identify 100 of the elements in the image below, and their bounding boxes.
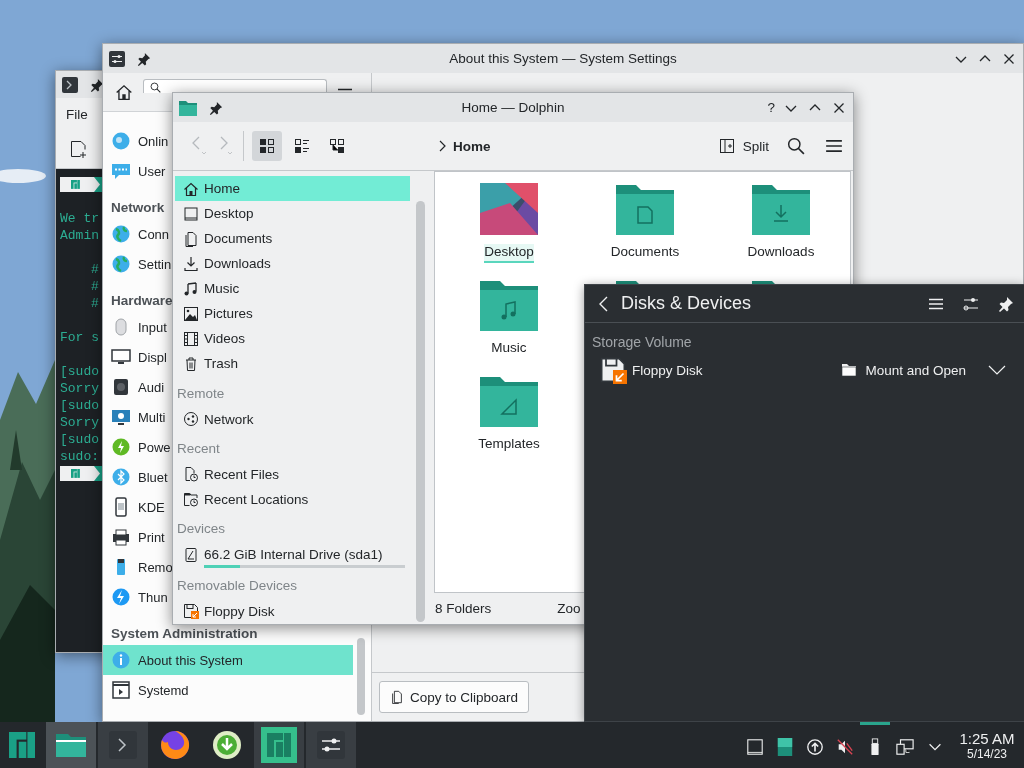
places-item[interactable]: Downloads bbox=[175, 251, 411, 277]
folder-icon[interactable] bbox=[480, 375, 538, 427]
tree-icon[interactable] bbox=[329, 138, 345, 154]
scrollbar[interactable] bbox=[416, 201, 425, 622]
sidebar-item[interactable]: Audi bbox=[103, 372, 167, 402]
sidebar-item[interactable]: Bluet bbox=[103, 462, 170, 492]
folder-icon[interactable] bbox=[752, 183, 810, 235]
places-item[interactable]: 66.2 GiB Internal Drive (sda1) bbox=[175, 541, 411, 569]
bolt-icon bbox=[111, 437, 131, 457]
sidebar-item[interactable]: Settin bbox=[103, 249, 174, 279]
folder-icon[interactable] bbox=[616, 183, 674, 235]
terminal-line: For s bbox=[60, 329, 99, 346]
places-item[interactable]: Recent Locations bbox=[175, 486, 411, 512]
pin-icon[interactable] bbox=[137, 51, 151, 66]
sidebar-item[interactable]: Displ bbox=[103, 342, 169, 372]
sidebar-item[interactable]: About this System bbox=[103, 645, 353, 675]
menu-item[interactable]: File bbox=[66, 104, 88, 124]
places-item[interactable]: Documents bbox=[175, 226, 411, 252]
cloud-drawing bbox=[0, 169, 46, 183]
sidebar-item[interactable]: Remo bbox=[103, 552, 175, 582]
section-header: Storage Volume bbox=[591, 333, 693, 351]
icon-view-button[interactable] bbox=[252, 131, 282, 161]
floppy-icon bbox=[599, 356, 627, 384]
info-icon bbox=[111, 650, 131, 670]
search-icon bbox=[150, 82, 161, 93]
folder-icon bbox=[56, 733, 86, 757]
window-title: About this System — System Settings bbox=[449, 51, 677, 66]
window-icon bbox=[111, 680, 131, 700]
sidebar-item[interactable]: Input bbox=[103, 312, 169, 342]
clock-date[interactable]: 5/14/23 bbox=[966, 746, 1007, 761]
file-label[interactable]: Documents bbox=[610, 244, 680, 263]
grid-icon[interactable] bbox=[259, 138, 275, 154]
home-icon[interactable] bbox=[115, 83, 133, 101]
desktop-folder-icon[interactable] bbox=[480, 183, 538, 235]
breadcrumb-item[interactable]: Home bbox=[453, 138, 491, 154]
terminal-line: [sudo bbox=[60, 431, 99, 448]
sidebar-item[interactable]: Powe bbox=[103, 432, 173, 462]
section-header: Hardware bbox=[110, 292, 174, 310]
sidebar-item[interactable]: Thun bbox=[103, 582, 170, 612]
file-label[interactable]: Templates bbox=[478, 436, 540, 455]
monitor-icon bbox=[111, 347, 131, 367]
chat-bubble-icon bbox=[111, 161, 131, 181]
search-field[interactable] bbox=[143, 79, 327, 93]
sidebar-item[interactable]: Conn bbox=[103, 219, 172, 249]
file-label[interactable]: Music bbox=[491, 340, 527, 359]
pin-icon[interactable] bbox=[90, 77, 104, 92]
folder-icon bbox=[841, 362, 858, 378]
network-icon bbox=[183, 411, 199, 428]
section-header: Devices bbox=[176, 519, 226, 538]
places-item[interactable]: Trash bbox=[175, 351, 411, 377]
trash-icon bbox=[183, 355, 199, 372]
clock-time[interactable]: 1:25 AM bbox=[959, 729, 1015, 747]
settings-icon bbox=[317, 731, 345, 759]
help-button[interactable]: ? bbox=[767, 100, 775, 115]
list-icon[interactable] bbox=[294, 138, 310, 154]
manjaro-icon bbox=[261, 727, 297, 763]
terminal-icon bbox=[109, 731, 137, 759]
sidebar-item[interactable]: Onlin bbox=[103, 126, 171, 156]
panel-icon bbox=[776, 737, 794, 756]
copy-button[interactable]: Copy to Clipboard bbox=[379, 681, 530, 713]
places-item[interactable]: Videos bbox=[175, 326, 411, 352]
folder-icon[interactable] bbox=[480, 279, 538, 331]
sidebar-item[interactable]: Systemd bbox=[103, 675, 191, 705]
terminal-line: [sudo bbox=[60, 363, 99, 380]
film-icon bbox=[183, 330, 199, 347]
image-icon bbox=[183, 305, 199, 322]
terminal-line: sudo: bbox=[60, 448, 99, 465]
bolt-icon bbox=[111, 587, 131, 607]
split-button[interactable]: Split bbox=[710, 131, 777, 161]
globe-icon bbox=[111, 131, 131, 151]
monitor-icon bbox=[111, 407, 131, 427]
new-tab-icon[interactable] bbox=[70, 140, 88, 158]
speaker-icon bbox=[111, 377, 131, 397]
browser-icon bbox=[160, 730, 190, 760]
documents-icon bbox=[183, 230, 199, 247]
globe-icon bbox=[111, 224, 131, 244]
places-item[interactable]: Network bbox=[175, 406, 411, 432]
chevron-icon bbox=[437, 140, 447, 152]
mount-button[interactable]: Mount and Open bbox=[835, 362, 972, 378]
pin-icon[interactable] bbox=[209, 100, 223, 115]
file-label[interactable]: Desktop bbox=[484, 244, 534, 263]
places-item[interactable]: Home bbox=[175, 176, 411, 202]
places-item[interactable]: Music bbox=[175, 276, 411, 302]
menu-icon[interactable] bbox=[337, 88, 353, 91]
places-item[interactable]: Desktop bbox=[175, 201, 411, 227]
sidebar-item[interactable]: Print bbox=[103, 522, 167, 552]
taskbar-item[interactable] bbox=[306, 722, 356, 768]
taskbar-item[interactable] bbox=[46, 722, 96, 768]
places-item[interactable]: Recent Files bbox=[175, 461, 411, 487]
sidebar-item[interactable]: Multi bbox=[103, 402, 168, 432]
places-item[interactable]: Floppy Disk bbox=[175, 598, 411, 624]
status-text: 8 Folders bbox=[435, 601, 492, 616]
file-label[interactable]: Downloads bbox=[747, 244, 815, 263]
places-item[interactable]: Pictures bbox=[175, 301, 411, 327]
sidebar-item[interactable]: KDE bbox=[103, 492, 167, 522]
expand-icon[interactable] bbox=[988, 364, 1006, 376]
pin-icon[interactable] bbox=[998, 295, 1014, 312]
zoom-label: Zoo bbox=[557, 601, 581, 616]
scrollbar[interactable] bbox=[357, 638, 365, 715]
sidebar-item[interactable]: User bbox=[103, 156, 168, 186]
